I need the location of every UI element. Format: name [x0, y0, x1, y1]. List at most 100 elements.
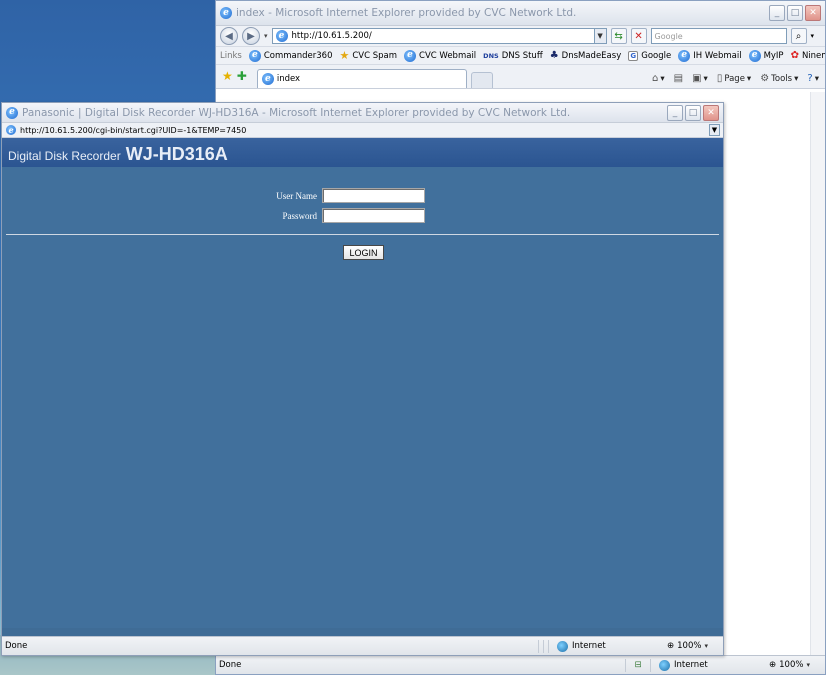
printer-icon: ▣: [692, 73, 702, 84]
zoom-control[interactable]: ⊕ 100% ▾: [761, 660, 825, 670]
link-cvc-webmail[interactable]: e CVC Webmail: [404, 49, 476, 62]
zoom-control[interactable]: ⊕ 100% ▾: [659, 641, 723, 651]
globe-icon: [659, 659, 670, 671]
search-button[interactable]: ⌕: [790, 28, 807, 44]
nav-dropdown-icon[interactable]: ▾: [264, 32, 268, 40]
status-divider: [548, 639, 549, 653]
status-divider: [650, 658, 651, 672]
tab-label: index: [276, 74, 301, 84]
print-button[interactable]: ▣ ▾: [692, 73, 708, 84]
status-bar: Done Internet ⊕ 100% ▾: [2, 636, 723, 655]
login-form: User Name Password LOGIN: [2, 167, 723, 628]
feeds-button[interactable]: ▤: [674, 73, 683, 84]
gear-icon: ⚙: [760, 73, 770, 84]
dnsmadeeasy-icon: ♣: [549, 49, 559, 61]
link-commander360[interactable]: e Commander360: [248, 49, 332, 62]
new-tab-button[interactable]: [470, 72, 493, 88]
refresh-button[interactable]: ⇆: [610, 28, 627, 44]
globe-icon: [557, 640, 568, 652]
tools-menu[interactable]: ⚙ Tools ▾: [760, 73, 798, 84]
login-button[interactable]: LOGIN: [343, 245, 384, 260]
vertical-scrollbar[interactable]: [810, 92, 825, 655]
link-dns-stuff[interactable]: DNS DNS Stuff: [483, 51, 543, 61]
title-bar[interactable]: e Panasonic | Digital Disk Recorder WJ-H…: [2, 103, 723, 123]
zoom-dropdown-icon[interactable]: ▾: [704, 642, 716, 650]
home-button[interactable]: ⌂ ▾: [652, 73, 665, 84]
page-icon: e: [404, 49, 417, 62]
zoom-dropdown-icon[interactable]: ▾: [806, 661, 818, 669]
page-menu[interactable]: ▯ Page ▾: [717, 73, 751, 84]
stop-button[interactable]: ✕: [630, 28, 647, 44]
help-menu[interactable]: ? ▾: [807, 73, 819, 84]
maximize-button[interactable]: □: [685, 105, 701, 121]
minimize-button[interactable]: _: [667, 105, 683, 121]
username-row: User Name: [258, 188, 425, 203]
password-row: Password: [258, 208, 425, 223]
link-ninemsn[interactable]: ✿Ninemsn: [790, 49, 825, 61]
address-toolbar: ◀ ▶ ▾ e http://10.61.5.200/ ▼ ⇆ ✕ Google…: [216, 26, 825, 47]
tab-index[interactable]: e index: [256, 69, 467, 88]
zoom-icon: ⊕: [769, 660, 777, 670]
help-icon: ?: [807, 73, 813, 84]
favorites-star-icon[interactable]: ★: [222, 69, 233, 83]
page-icon: e: [248, 49, 261, 62]
address-value: http://10.61.5.200/: [291, 31, 372, 41]
back-button[interactable]: ◀: [220, 27, 238, 45]
add-favorites-icon[interactable]: ✚: [237, 69, 247, 83]
feeds-icon: ▤: [673, 73, 684, 84]
dns-icon: DNS: [483, 51, 499, 60]
header-subtitle: Digital Disk Recorder: [8, 149, 121, 163]
close-button[interactable]: ✕: [703, 105, 719, 121]
security-zone[interactable]: Internet: [551, 640, 659, 652]
address-dropdown-icon[interactable]: ▼: [709, 124, 720, 136]
address-dropdown-icon[interactable]: ▼: [593, 29, 606, 43]
password-input[interactable]: [322, 208, 425, 223]
links-label: Links: [220, 50, 242, 61]
page-icon: e: [275, 30, 288, 42]
tabs-bar: ★ ✚ e index ⌂ ▾ ▤ ▣ ▾ ▯ Page ▾ ⚙ Tools ▾ ? ▾: [216, 65, 825, 89]
ie-logo-icon: e: [6, 106, 18, 119]
address-bar[interactable]: e http://10.61.5.200/cgi-bin/start.cgi?U…: [2, 123, 723, 138]
google-icon: G: [628, 50, 639, 61]
minimize-button[interactable]: _: [769, 5, 785, 21]
header-model: WJ-HD316A: [125, 144, 228, 164]
star-icon: ★: [339, 49, 350, 62]
popup-blocked-icon[interactable]: ⊟: [628, 660, 648, 670]
status-divider: [625, 658, 626, 672]
forward-button[interactable]: ▶: [242, 27, 260, 45]
address-value: http://10.61.5.200/cgi-bin/start.cgi?UID…: [20, 125, 247, 135]
search-input[interactable]: Google: [650, 28, 787, 44]
ie-logo-icon: e: [220, 7, 232, 19]
form-divider: [6, 234, 719, 235]
title-bar[interactable]: e index - Microsoft Internet Explorer pr…: [216, 1, 825, 26]
username-label: User Name: [276, 190, 317, 201]
link-google[interactable]: G Google: [628, 50, 671, 61]
window-title: Panasonic | Digital Disk Recorder WJ-HD3…: [22, 106, 571, 119]
browser-window-dvr[interactable]: e Panasonic | Digital Disk Recorder WJ-H…: [1, 102, 724, 656]
page-icon: e: [678, 49, 691, 62]
app-header: Digital Disk Recorder WJ-HD316A: [2, 138, 723, 167]
address-input[interactable]: e http://10.61.5.200/ ▼: [271, 28, 607, 44]
page-icon: e: [261, 73, 274, 85]
username-input[interactable]: [322, 188, 425, 203]
status-text: Done: [219, 660, 242, 670]
password-label: Password: [282, 210, 317, 221]
link-ih-webmail[interactable]: e IH Webmail: [678, 49, 742, 62]
link-dnsmadeeasy[interactable]: ♣ DnsMadeEasy: [549, 49, 622, 61]
page-icon: e: [748, 49, 761, 62]
status-divider: [538, 639, 539, 653]
page-icon: ▯: [716, 73, 723, 84]
status-divider: [543, 639, 544, 653]
links-bar: Links e Commander360 ★ CVC Spam e CVC Webma…: [216, 47, 825, 65]
search-options-icon[interactable]: ▾: [811, 32, 815, 40]
window-title: index - Microsoft Internet Explorer prov…: [236, 7, 577, 19]
home-icon: ⌂: [652, 73, 659, 84]
link-myip[interactable]: e MyIP: [748, 49, 784, 62]
maximize-button[interactable]: □: [787, 5, 803, 21]
zoom-icon: ⊕: [667, 641, 675, 651]
msn-butterfly-icon: ✿: [790, 49, 799, 61]
link-cvc-spam[interactable]: ★ CVC Spam: [339, 50, 397, 61]
close-button[interactable]: ✕: [805, 5, 821, 21]
command-bar: ⌂ ▾ ▤ ▣ ▾ ▯ Page ▾ ⚙ Tools ▾ ? ▾: [652, 73, 819, 84]
security-zone[interactable]: Internet: [653, 659, 761, 671]
